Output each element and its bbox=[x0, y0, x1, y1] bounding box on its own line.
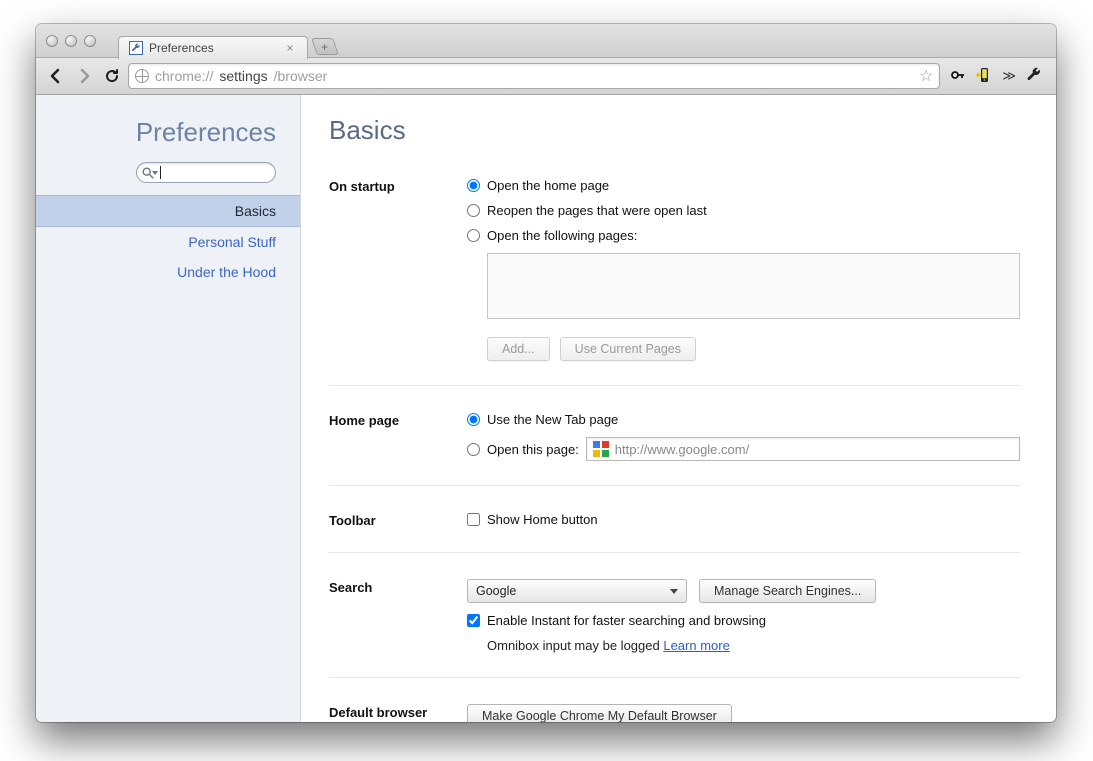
sidebar-nav: Basics Personal Stuff Under the Hood bbox=[36, 195, 300, 287]
default-browser-heading: Default browser bbox=[329, 704, 467, 722]
checkbox-input[interactable] bbox=[467, 614, 480, 627]
toolbar: chrome:// settings/browser ☆ ≫ bbox=[36, 58, 1056, 95]
reload-button[interactable] bbox=[100, 64, 124, 88]
tab-strip: Preferences × + bbox=[118, 24, 336, 58]
chevron-down-icon bbox=[670, 589, 678, 594]
startup-use-current-button[interactable]: Use Current Pages bbox=[560, 337, 696, 361]
url-prefix: chrome:// bbox=[155, 68, 213, 84]
startup-radio-pages[interactable]: Open the following pages: bbox=[467, 228, 1020, 243]
url-path: /browser bbox=[274, 68, 328, 84]
sidebar-title: Preferences bbox=[36, 117, 300, 162]
make-default-browser-button[interactable]: Make Google Chrome My Default Browser bbox=[467, 704, 732, 722]
section-homepage: Home page Use the New Tab page Open this… bbox=[329, 406, 1020, 486]
sidebar-item-under-the-hood[interactable]: Under the Hood bbox=[36, 257, 300, 287]
extension-phone-icon[interactable] bbox=[976, 67, 992, 86]
checkbox-label: Show Home button bbox=[487, 512, 598, 527]
content: Preferences Basics Personal Stuff Under … bbox=[36, 95, 1056, 722]
instant-sublabel: Omnibox input may be logged Learn more bbox=[487, 638, 1020, 653]
radio-input[interactable] bbox=[467, 229, 480, 242]
browser-window: Preferences × + chrome:// settings/browse… bbox=[36, 24, 1056, 722]
sidebar-item-basics[interactable]: Basics bbox=[36, 195, 300, 227]
section-startup: On startup Open the home page Reopen the… bbox=[329, 172, 1020, 386]
tab-preferences[interactable]: Preferences × bbox=[118, 36, 308, 59]
homepage-heading: Home page bbox=[329, 412, 467, 461]
page-title: Basics bbox=[329, 115, 1020, 146]
window-controls bbox=[36, 35, 96, 47]
sidebar-item-personal-stuff[interactable]: Personal Stuff bbox=[36, 227, 300, 257]
instant-sub-text: Omnibox input may be logged bbox=[487, 638, 660, 653]
radio-label: Open this page: bbox=[487, 442, 579, 457]
tab-close-icon[interactable]: × bbox=[283, 41, 297, 55]
toolbar-heading: Toolbar bbox=[329, 512, 467, 528]
wrench-menu-icon[interactable] bbox=[1026, 67, 1042, 86]
section-default-browser: Default browser Make Google Chrome My De… bbox=[329, 698, 1020, 722]
startup-radio-reopen[interactable]: Reopen the pages that were open last bbox=[467, 203, 1020, 218]
search-engine-select[interactable]: Google bbox=[467, 579, 687, 603]
toolbar-show-home-checkbox[interactable]: Show Home button bbox=[467, 512, 1020, 527]
sidebar: Preferences Basics Personal Stuff Under … bbox=[36, 95, 301, 722]
text-cursor bbox=[160, 166, 161, 179]
radio-input[interactable] bbox=[467, 179, 480, 192]
startup-add-button[interactable]: Add... bbox=[487, 337, 550, 361]
sidebar-search-input[interactable] bbox=[136, 162, 276, 183]
forward-button[interactable] bbox=[72, 64, 96, 88]
instant-checkbox[interactable]: Enable Instant for faster searching and … bbox=[467, 613, 1020, 628]
checkbox-label: Enable Instant for faster searching and … bbox=[487, 613, 766, 628]
main: Basics On startup Open the home page Reo… bbox=[301, 95, 1056, 722]
radio-label: Open the following pages: bbox=[487, 228, 637, 243]
titlebar: Preferences × + bbox=[36, 24, 1056, 58]
section-toolbar: Toolbar Show Home button bbox=[329, 506, 1020, 553]
radio-label: Use the New Tab page bbox=[487, 412, 618, 427]
manage-search-engines-button[interactable]: Manage Search Engines... bbox=[699, 579, 876, 603]
omnibox[interactable]: chrome:// settings/browser ☆ bbox=[128, 63, 940, 89]
new-tab-button[interactable]: + bbox=[311, 38, 339, 55]
tab-title: Preferences bbox=[149, 41, 214, 55]
globe-icon bbox=[135, 69, 149, 83]
window-close-button[interactable] bbox=[46, 35, 58, 47]
url-host: settings bbox=[219, 68, 267, 84]
learn-more-link[interactable]: Learn more bbox=[663, 638, 729, 653]
homepage-url-input[interactable]: http://www.google.com/ bbox=[586, 437, 1020, 461]
google-favicon-icon bbox=[593, 441, 609, 457]
wrench-icon bbox=[129, 41, 143, 55]
startup-heading: On startup bbox=[329, 178, 467, 361]
chevron-right-icon[interactable]: ≫ bbox=[1002, 68, 1016, 84]
section-search: Search Google Manage Search Engines... E… bbox=[329, 573, 1020, 678]
select-value: Google bbox=[476, 584, 516, 598]
startup-pages-listbox[interactable] bbox=[487, 253, 1020, 319]
extension-icons: ≫ bbox=[944, 67, 1048, 86]
search-heading: Search bbox=[329, 579, 467, 653]
back-button[interactable] bbox=[44, 64, 68, 88]
radio-label: Open the home page bbox=[487, 178, 609, 193]
bookmark-star-icon[interactable]: ☆ bbox=[919, 66, 933, 86]
window-minimize-button[interactable] bbox=[65, 35, 77, 47]
chevron-down-icon bbox=[152, 171, 158, 175]
window-zoom-button[interactable] bbox=[84, 35, 96, 47]
homepage-radio-openthis[interactable]: Open this page: bbox=[467, 442, 579, 457]
extension-key-icon[interactable] bbox=[950, 67, 966, 86]
startup-radio-home[interactable]: Open the home page bbox=[467, 178, 1020, 193]
radio-input[interactable] bbox=[467, 204, 480, 217]
radio-label: Reopen the pages that were open last bbox=[487, 203, 707, 218]
radio-input[interactable] bbox=[467, 443, 480, 456]
homepage-radio-newtab[interactable]: Use the New Tab page bbox=[467, 412, 1020, 427]
radio-input[interactable] bbox=[467, 413, 480, 426]
checkbox-input[interactable] bbox=[467, 513, 480, 526]
homepage-url-value: http://www.google.com/ bbox=[615, 442, 749, 457]
